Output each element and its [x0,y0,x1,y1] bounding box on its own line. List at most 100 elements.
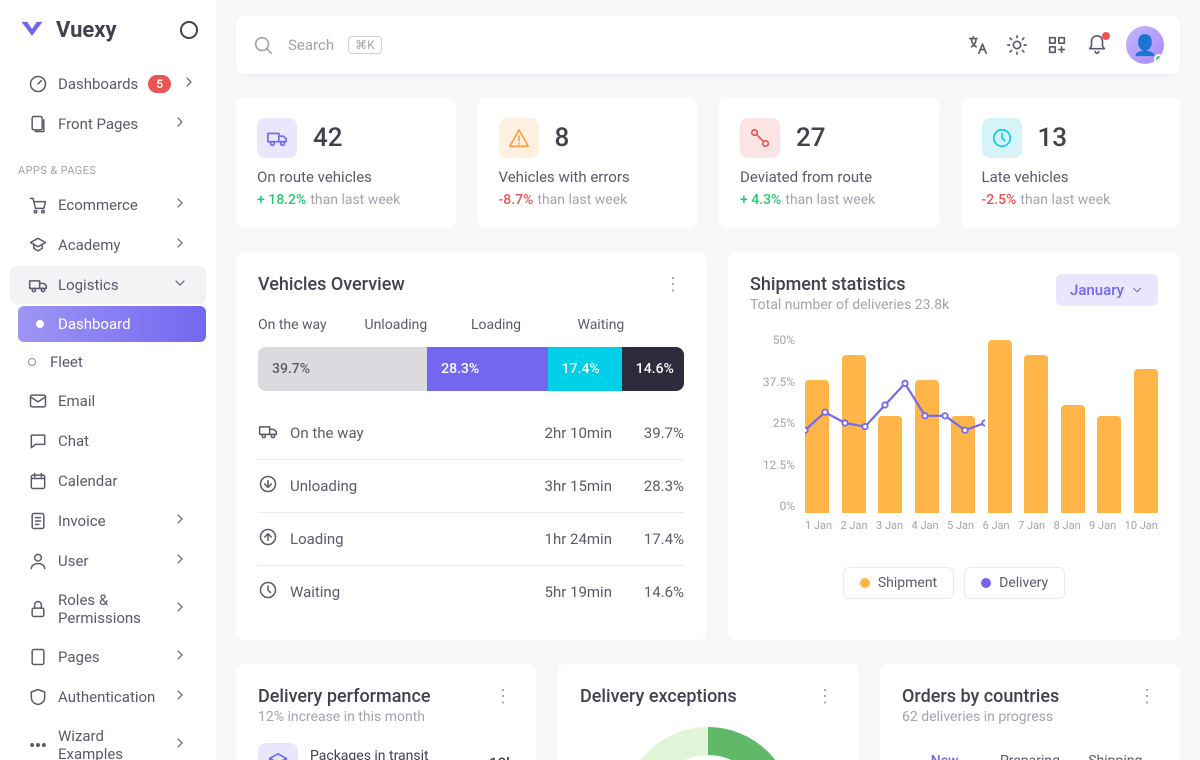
pin-toggle-icon[interactable] [180,21,198,39]
stat-title: Vehicles with errors [499,168,678,186]
nav-front-pages[interactable]: Front Pages [10,105,206,143]
nav-ecommerce[interactable]: Ecommerce [10,186,206,224]
search-icon [252,34,274,56]
stat-card: 27 Deviated from route + 4.3%than last w… [719,98,939,228]
row-time: 1hr 24min [522,530,612,548]
stat-change: + 18.2% [257,192,306,208]
stat-icon [257,118,297,158]
legend-label: Delivery [999,575,1048,591]
nav-roles[interactable]: Roles & Permissions [10,582,206,636]
nav-label: Chat [58,432,89,450]
chevron-right-icon [172,235,188,255]
bar-segment: 14.6% [622,347,684,391]
row-icon [258,580,278,604]
more-icon[interactable]: ⋮ [494,686,514,707]
section-header-apps: APPS & PAGES [0,144,216,185]
bullet-icon [36,320,44,328]
tab-new[interactable]: New [902,743,987,760]
nav-invoice[interactable]: Invoice [10,502,206,540]
card-title: Delivery exceptions [580,686,737,707]
nav-label: Fleet [50,353,83,371]
search-kbd: ⌘K [348,36,382,54]
chart-bar [1024,355,1048,513]
stat-value: 8 [555,123,570,153]
shipment-stats-card: Shipment statistics Total number of deli… [728,252,1180,640]
apps-icon[interactable] [1046,34,1068,56]
mail-icon [28,391,48,411]
y-tick: 0% [750,499,795,513]
legend-label: Shipment [878,575,937,591]
nav-user[interactable]: User [10,542,206,580]
table-row: Unloading3hr 15min28.3% [258,460,684,513]
table-row: Loading1hr 24min17.4% [258,513,684,566]
chart-bar [1061,405,1085,513]
nav-label: User [58,552,89,570]
delivery-exceptions-card: Delivery exceptions ⋮ [558,664,858,760]
stat-change: + 4.3% [740,192,781,208]
nav-logistics-fleet[interactable]: Fleet [10,344,206,380]
card-title: Delivery performance [258,686,430,707]
shipment-chart: 50%37.5%25%12.5%0% 1 Jan2 Jan3 Jan4 Jan5… [750,333,1158,533]
notifications-icon[interactable] [1086,34,1108,56]
nav-label: Academy [58,236,120,254]
nav-wizard[interactable]: Wizard Examples [10,718,206,760]
logo[interactable]: Vuexy [0,16,216,64]
nav-chat[interactable]: Chat [10,422,206,460]
nav-pages[interactable]: Pages [10,638,206,676]
topbar: Search ⌘K 👤 [236,16,1180,74]
more-icon[interactable]: ⋮ [816,686,836,707]
x-tick: 4 Jan [912,519,939,532]
nav-label: Invoice [58,512,106,530]
nav-logistics-dashboard[interactable]: Dashboard [18,306,206,342]
tab-shipping[interactable]: Shipping [1073,743,1158,760]
stat-compare: than last week [785,192,875,208]
stat-title: On route vehicles [257,168,436,186]
stat-compare: than last week [537,192,627,208]
brand-name: Vuexy [56,18,117,43]
search-trigger[interactable]: Search ⌘K [252,34,382,56]
chevron-right-icon [172,647,188,667]
stat-title: Late vehicles [982,168,1161,186]
chevron-right-icon [172,511,188,531]
academy-icon [28,235,48,255]
page-icon [28,647,48,667]
package-icon [258,743,298,760]
theme-icon[interactable] [1006,34,1028,56]
truck-icon [28,275,48,295]
language-icon[interactable] [966,34,988,56]
nav-logistics[interactable]: Logistics [10,266,206,304]
row-name: Unloading [290,477,510,495]
stat-card: 42 On route vehicles + 18.2%than last we… [236,98,456,228]
nav-academy[interactable]: Academy [10,226,206,264]
exceptions-donut [623,727,793,760]
nav-calendar[interactable]: Calendar [10,462,206,500]
dots-icon [28,735,48,755]
tab-preparing[interactable]: Preparing [987,743,1072,760]
more-icon[interactable]: ⋮ [664,274,684,295]
row-name: On the way [290,424,510,442]
stat-card: 8 Vehicles with errors -8.7%than last we… [478,98,698,228]
avatar[interactable]: 👤 [1126,26,1164,64]
card-subtitle: Total number of deliveries 23.8k [750,297,949,313]
chart-bar [951,416,975,513]
stat-compare: than last week [1020,192,1110,208]
perf-item: Packages in transit 25.8% 10k [258,743,514,760]
nav-authentication[interactable]: Authentication [10,678,206,716]
legend-shipment[interactable]: Shipment [843,567,954,599]
nav-dashboards[interactable]: Dashboards 5 [10,65,206,103]
stat-value: 13 [1038,123,1068,153]
card-subtitle: 12% increase in this month [258,709,430,725]
chevron-right-icon [181,74,197,94]
chevron-right-icon [172,195,188,215]
card-title: Orders by countries [902,686,1059,707]
shield-icon [28,687,48,707]
month-dropdown[interactable]: January [1056,274,1158,306]
bar-segment: 28.3% [427,347,548,391]
legend-delivery[interactable]: Delivery [964,567,1065,599]
stat-change: -8.7% [499,192,534,208]
nav-email[interactable]: Email [10,382,206,420]
x-tick: 3 Jan [876,519,903,532]
stat-icon [982,118,1022,158]
more-icon[interactable]: ⋮ [1138,686,1158,707]
user-icon [28,551,48,571]
